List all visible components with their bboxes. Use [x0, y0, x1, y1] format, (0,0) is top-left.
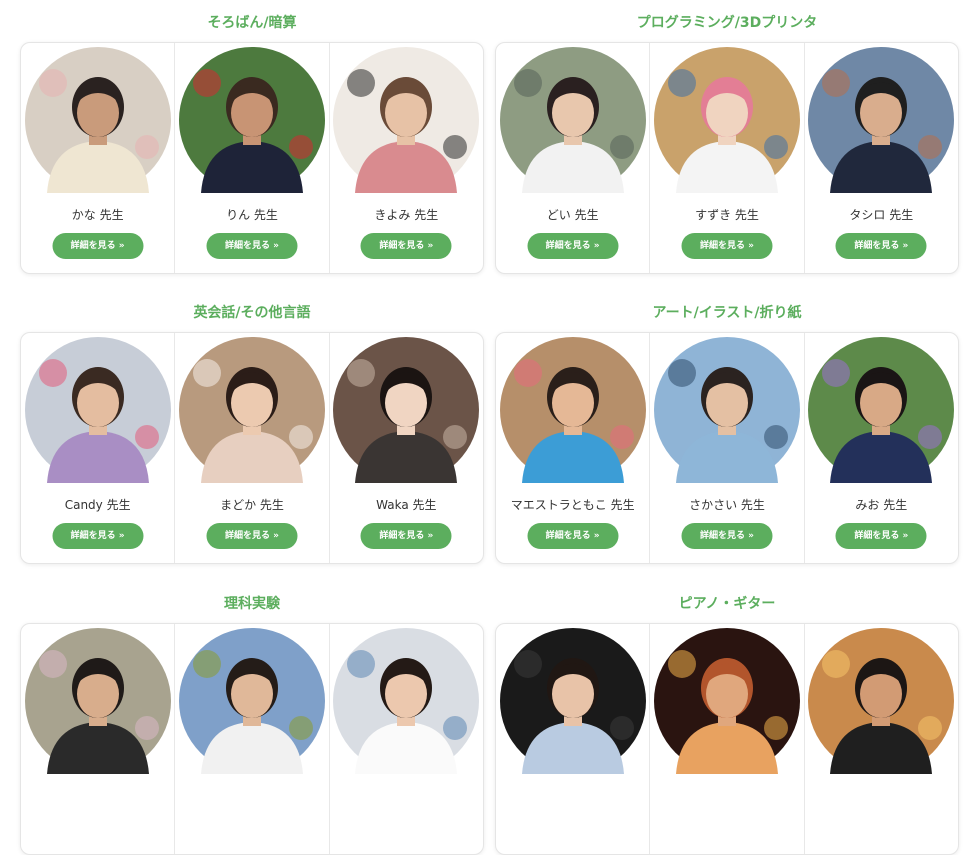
teacher-item	[805, 624, 958, 854]
teacher-name: Waka 先生	[376, 498, 437, 512]
teacher-item: どい 先生詳細を見る »	[496, 43, 651, 273]
teacher-item: かな 先生詳細を見る »	[21, 43, 176, 273]
teacher-photo[interactable]	[24, 628, 171, 774]
details-button[interactable]: 詳細を見る »	[360, 523, 452, 549]
teacher-item	[175, 624, 330, 854]
details-button[interactable]: 詳細を見る »	[527, 233, 619, 259]
teacher-photo[interactable]	[808, 337, 955, 483]
teacher-card: どい 先生 詳細を見る » すずき 先生 詳細を見る » タシロ 先生 詳細を見る »	[495, 42, 959, 274]
details-button[interactable]: 詳細を見る »	[52, 233, 144, 259]
teacher-name: すずき 先生	[695, 208, 759, 222]
details-button[interactable]: 詳細を見る »	[52, 523, 144, 549]
details-button[interactable]: 詳細を見る »	[206, 233, 298, 259]
teacher-photo[interactable]	[499, 47, 646, 193]
teacher-name: りん 先生	[226, 208, 278, 222]
teacher-name: Candy 先生	[64, 498, 131, 512]
section-science: 理科実験	[20, 593, 484, 855]
teacher-item: すずき 先生詳細を見る »	[650, 43, 805, 273]
details-button[interactable]: 詳細を見る »	[835, 233, 927, 259]
teacher-photo[interactable]	[653, 628, 800, 774]
teacher-photo[interactable]	[178, 337, 325, 483]
teacher-name: きよみ 先生	[374, 208, 439, 222]
section-art: アート/イラスト/折り紙 マエストラともこ 先生 詳細を見る » さかさい 先生 詳細を…	[495, 302, 959, 564]
teacher-item: Waka 先生詳細を見る »	[330, 333, 483, 563]
teacher-photo[interactable]	[178, 47, 325, 193]
teacher-name: どい 先生	[546, 208, 599, 222]
section-title: アート/イラスト/折り紙	[652, 305, 802, 321]
teacher-item: りん 先生詳細を見る »	[175, 43, 330, 273]
teacher-photo[interactable]	[499, 337, 646, 483]
teacher-item: Candy 先生詳細を見る »	[21, 333, 176, 563]
section-title: 理科実験	[224, 596, 280, 612]
teacher-item	[330, 624, 483, 854]
details-button[interactable]: 詳細を見る »	[206, 523, 298, 549]
section-soroban: そろばん/暗算 かな 先生 詳細を見る » りん 先生 詳細を見る » きよみ 先生 詳細を…	[20, 12, 484, 274]
teacher-item: まどか 先生詳細を見る »	[175, 333, 330, 563]
details-button[interactable]: 詳細を見る »	[360, 233, 452, 259]
teacher-photo[interactable]	[333, 628, 480, 774]
teacher-item	[496, 624, 651, 854]
section-music: ピアノ・ギター	[495, 593, 959, 855]
teacher-item	[650, 624, 805, 854]
details-button[interactable]: 詳細を見る »	[681, 523, 773, 549]
details-button[interactable]: 詳細を見る »	[527, 523, 619, 549]
teacher-photo[interactable]	[24, 47, 171, 193]
teacher-photo[interactable]	[24, 337, 171, 483]
teacher-name: マエストラともこ 先生	[510, 498, 635, 512]
teacher-name: まどか 先生	[220, 498, 284, 512]
teacher-item: タシロ 先生詳細を見る »	[805, 43, 958, 273]
teacher-photo[interactable]	[653, 47, 800, 193]
teacher-name: さかさい 先生	[689, 498, 765, 512]
teacher-item: みお 先生詳細を見る »	[805, 333, 958, 563]
teacher-photo[interactable]	[808, 628, 955, 774]
section-title: そろばん/暗算	[207, 15, 297, 31]
teacher-card: マエストラともこ 先生 詳細を見る » さかさい 先生 詳細を見る » みお 先生 詳細を…	[495, 332, 959, 564]
section-title: プログラミング/3Dプリンタ	[636, 15, 818, 31]
section-english: 英会話/その他言語 Candy 先生 詳細を見る » まどか 先生 詳細を見る » Wak…	[20, 302, 484, 564]
section-programming: プログラミング/3Dプリンタ どい 先生 詳細を見る » すずき 先生 詳細を見る » タ…	[495, 12, 959, 274]
teacher-name: かな 先生	[71, 208, 124, 222]
teacher-card: かな 先生 詳細を見る » りん 先生 詳細を見る » きよみ 先生 詳細を見る »	[20, 42, 484, 274]
teacher-name: みお 先生	[855, 498, 908, 512]
teacher-name: タシロ 先生	[849, 208, 914, 222]
teacher-photo[interactable]	[499, 628, 646, 774]
teacher-card: Candy 先生 詳細を見る » まどか 先生 詳細を見る » Waka 先生 詳細を見る…	[20, 332, 484, 564]
teacher-item: マエストラともこ 先生詳細を見る »	[496, 333, 651, 563]
teacher-photo[interactable]	[333, 337, 480, 483]
teacher-item: さかさい 先生詳細を見る »	[650, 333, 805, 563]
teacher-card	[495, 623, 959, 855]
teacher-photo[interactable]	[333, 47, 480, 193]
section-title: 英会話/その他言語	[193, 305, 311, 321]
teacher-photo[interactable]	[178, 628, 325, 774]
details-button[interactable]: 詳細を見る »	[835, 523, 927, 549]
teacher-photo[interactable]	[653, 337, 800, 483]
teacher-photo[interactable]	[808, 47, 955, 193]
teacher-card	[20, 623, 484, 855]
details-button[interactable]: 詳細を見る »	[681, 233, 773, 259]
teacher-item	[21, 624, 176, 854]
teacher-item: きよみ 先生詳細を見る »	[330, 43, 483, 273]
section-title: ピアノ・ギター	[678, 596, 776, 612]
